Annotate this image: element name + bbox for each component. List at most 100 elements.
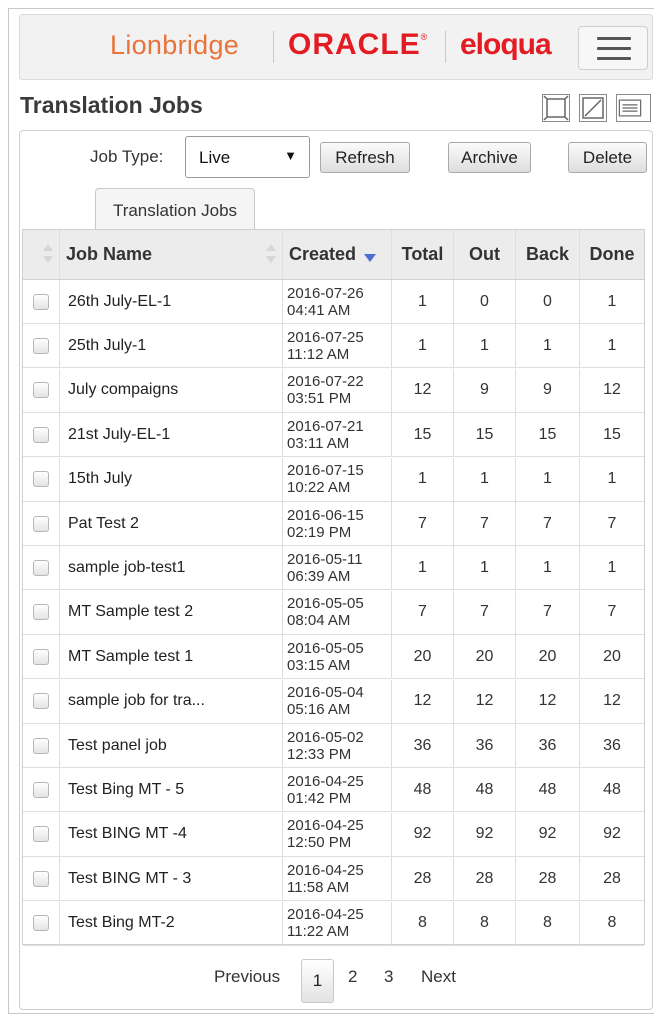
- table-row[interactable]: sample job-test1 2016-05-11 06:39 AM 1 1 1 1: [23, 546, 644, 591]
- table-row[interactable]: Test BING MT - 3 2016-04-25 11:58 AM 28 28 28…: [23, 857, 644, 902]
- done-count-cell: 1: [607, 292, 617, 310]
- created-date: 2016-07-25: [287, 328, 364, 346]
- header-job-name[interactable]: Job Name: [60, 230, 283, 279]
- created-time: 03:15 AM: [287, 656, 351, 674]
- table-row[interactable]: Test Bing MT - 5 2016-04-25 01:42 PM 48 48 48…: [23, 768, 644, 813]
- row-checkbox[interactable]: [33, 293, 49, 310]
- maximize-icon[interactable]: [542, 94, 570, 122]
- job-name-cell[interactable]: Test BING MT - 3: [60, 857, 283, 901]
- header-out[interactable]: Out: [454, 230, 516, 279]
- row-checkbox-cell: [23, 857, 60, 901]
- row-checkbox[interactable]: [33, 382, 49, 399]
- job-name-cell[interactable]: Test BING MT -4: [60, 812, 283, 856]
- table-row[interactable]: 21st July-EL-1 2016-07-21 03:11 AM 15 15 15 15: [23, 413, 644, 458]
- job-name-cell[interactable]: sample job for tra...: [60, 679, 283, 723]
- delete-button[interactable]: Delete: [568, 142, 647, 173]
- total-count-cell: 15: [392, 413, 454, 457]
- refresh-button[interactable]: Refresh: [320, 142, 410, 173]
- list-view-icon[interactable]: [616, 94, 651, 122]
- row-checkbox[interactable]: [33, 737, 49, 754]
- pagination-page-3[interactable]: 3: [384, 967, 393, 987]
- tab-translation-jobs[interactable]: Translation Jobs: [95, 188, 255, 230]
- table-row[interactable]: MT Sample test 2 2016-05-05 08:04 AM 7 7 7 7: [23, 590, 644, 635]
- created-cell: 2016-04-25 11:22 AM: [283, 901, 392, 945]
- table-row[interactable]: Test Bing MT-2 2016-04-25 11:22 AM 8 8 8 8: [23, 901, 644, 946]
- job-name-cell[interactable]: Test panel job: [60, 724, 283, 767]
- row-checkbox[interactable]: [33, 826, 49, 843]
- row-checkbox[interactable]: [33, 337, 49, 354]
- job-name-cell[interactable]: MT Sample test 1: [60, 635, 283, 679]
- total-count-cell: 28: [392, 857, 454, 901]
- header-total[interactable]: Total: [392, 230, 454, 279]
- created-date: 2016-07-21: [287, 417, 364, 435]
- pagination-previous[interactable]: Previous: [214, 967, 280, 987]
- out-count-cell: 1: [454, 324, 516, 368]
- row-checkbox[interactable]: [33, 648, 49, 665]
- table-row[interactable]: sample job for tra... 2016-05-04 05:16 AM 1…: [23, 679, 644, 724]
- total-count-cell: 12: [392, 679, 454, 723]
- job-name-cell[interactable]: Test Bing MT-2: [60, 901, 283, 945]
- out-count-cell: 36: [454, 724, 516, 767]
- total-count-cell: 12: [392, 368, 454, 412]
- created-cell: 2016-07-21 03:11 AM: [283, 413, 392, 457]
- out-count-cell: 15: [454, 413, 516, 457]
- created-cell: 2016-07-15 10:22 AM: [283, 457, 392, 501]
- row-checkbox[interactable]: [33, 559, 49, 576]
- created-cell: 2016-05-04 05:16 AM: [283, 679, 392, 723]
- row-checkbox[interactable]: [33, 915, 49, 932]
- table-row[interactable]: 25th July-1 2016-07-25 11:12 AM 1 1 1 1: [23, 324, 644, 369]
- hamburger-menu-button[interactable]: [578, 26, 648, 70]
- total-count-cell: 36: [392, 724, 454, 767]
- out-count-cell: 8: [454, 901, 516, 945]
- job-name-cell[interactable]: July compaigns: [60, 368, 283, 412]
- job-type-select[interactable]: Live ▼: [185, 136, 310, 178]
- row-checkbox[interactable]: [33, 781, 49, 798]
- created-cell: 2016-07-26 04:41 AM: [283, 280, 392, 323]
- row-checkbox[interactable]: [33, 426, 49, 443]
- job-name-cell[interactable]: MT Sample test 2: [60, 590, 283, 634]
- out-count-cell: 20: [454, 635, 516, 679]
- done-count-cell: 1: [607, 470, 617, 488]
- row-checkbox[interactable]: [33, 870, 49, 887]
- table-row[interactable]: July compaigns 2016-07-22 03:51 PM 12 9 9 12: [23, 368, 644, 413]
- job-name-cell[interactable]: 25th July-1: [60, 324, 283, 368]
- resize-icon[interactable]: [579, 94, 607, 122]
- created-time: 08:04 AM: [287, 612, 351, 630]
- table-row[interactable]: MT Sample test 1 2016-05-05 03:15 AM 20 20 20…: [23, 635, 644, 680]
- row-checkbox-cell: [23, 590, 60, 634]
- row-checkbox[interactable]: [33, 693, 49, 710]
- table-row[interactable]: 15th July 2016-07-15 10:22 AM 1 1 1 1: [23, 457, 644, 502]
- created-date: 2016-04-25: [287, 817, 364, 835]
- table-row[interactable]: Pat Test 2 2016-06-15 02:19 PM 7 7 7 7: [23, 502, 644, 546]
- done-count-cell: 7: [607, 603, 617, 621]
- pagination-next[interactable]: Next: [421, 967, 456, 987]
- created-cell: 2016-05-05 08:04 AM: [283, 590, 392, 634]
- row-checkbox[interactable]: [33, 604, 49, 621]
- job-name-cell[interactable]: 15th July: [60, 457, 283, 501]
- done-count-cell: 7: [607, 514, 617, 532]
- job-name-cell[interactable]: Test Bing MT - 5: [60, 768, 283, 812]
- job-name-cell[interactable]: 26th July-EL-1: [60, 280, 283, 323]
- created-cell: 2016-04-25 12:50 PM: [283, 812, 392, 856]
- job-name-cell[interactable]: sample job-test1: [60, 546, 283, 590]
- app-header: Lionbridge ORACLE® eloqua: [19, 14, 653, 80]
- header-back[interactable]: Back: [516, 230, 580, 279]
- pagination-current-page[interactable]: 1: [301, 959, 334, 1003]
- table-row[interactable]: Test BING MT -4 2016-04-25 12:50 PM 92 92 92 9…: [23, 812, 644, 857]
- row-checkbox[interactable]: [33, 515, 49, 532]
- created-time: 11:22 AM: [287, 923, 350, 941]
- table-row[interactable]: 26th July-EL-1 2016-07-26 04:41 AM 1 0 0 1: [23, 280, 644, 324]
- out-count-cell: 9: [454, 368, 516, 412]
- header-done[interactable]: Done: [580, 230, 644, 279]
- header-created[interactable]: Created: [283, 230, 392, 279]
- job-name-cell[interactable]: Pat Test 2: [60, 502, 283, 545]
- total-count-cell: 8: [392, 901, 454, 945]
- job-name-cell[interactable]: 21st July-EL-1: [60, 413, 283, 457]
- created-cell: 2016-07-25 11:12 AM: [283, 324, 392, 368]
- out-count-cell: 92: [454, 812, 516, 856]
- select-all-header[interactable]: [23, 230, 60, 279]
- pagination-page-2[interactable]: 2: [348, 967, 357, 987]
- table-row[interactable]: Test panel job 2016-05-02 12:33 PM 36 36 36 36: [23, 724, 644, 768]
- row-checkbox[interactable]: [33, 471, 49, 488]
- archive-button[interactable]: Archive: [448, 142, 531, 173]
